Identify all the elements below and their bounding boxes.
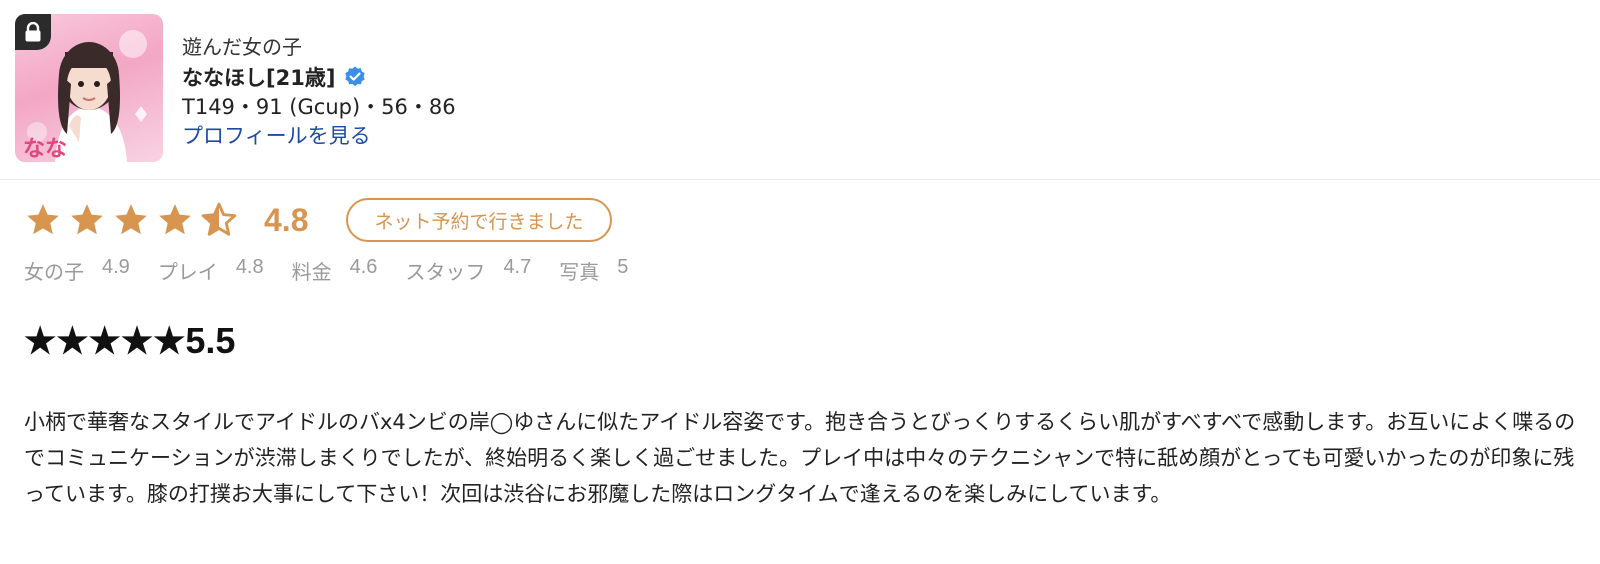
overall-score: 4.8: [264, 201, 309, 238]
sub-rating-value: 5: [617, 256, 629, 278]
star-icon: [115, 204, 147, 235]
review-card: なな 遊んだ女の子 ななほし[21歳] T149・91 (Gcup)・56・86: [0, 0, 1600, 564]
sub-rating-label: プレイ: [157, 260, 218, 284]
net-reservation-badge[interactable]: ネット予約で行きました: [346, 198, 612, 242]
girl-header: なな 遊んだ女の子 ななほし[21歳] T149・91 (Gcup)・56・86: [0, 0, 1600, 180]
sub-ratings: 女の子 4.9 プレイ 4.8 料金 4.6 スタッフ 4.7 写真 5: [24, 256, 656, 285]
sub-rating-girl: 女の子 4.9: [24, 256, 130, 285]
sub-rating-photo: 写真 5: [559, 256, 628, 285]
sub-rating-value: 4.8: [235, 256, 264, 278]
view-profile-link[interactable]: プロフィールを見る: [182, 122, 456, 150]
verified-check-icon: [345, 66, 366, 87]
star-icon: [71, 204, 103, 235]
girl-name-row: ななほし[21歳]: [182, 62, 456, 92]
rating-row: 4.8 ネット予約で行きました: [24, 196, 612, 244]
sub-rating-label: 料金: [291, 260, 332, 284]
girl-info: 遊んだ女の子 ななほし[21歳] T149・91 (Gcup)・56・86 プロ…: [182, 32, 456, 150]
sub-rating-value: 4.6: [349, 256, 378, 278]
girl-name: ななほし[21歳]: [182, 66, 336, 90]
girl-avatar[interactable]: なな: [15, 14, 163, 162]
sub-rating-label: 女の子: [24, 260, 84, 284]
sub-rating-price: 料金 4.6: [292, 256, 378, 285]
sub-rating-staff: スタッフ 4.7: [405, 256, 531, 285]
sub-rating-label: スタッフ: [405, 260, 486, 284]
sub-rating-label: 写真: [559, 260, 600, 284]
sub-rating-play: プレイ 4.8: [158, 256, 264, 285]
review-title: ★★★★★5.5: [24, 320, 236, 361]
review-body: 小柄で華奢なスタイルでアイドルのバx4ンビの岸◯ゆさんに似たアイドル容姿です。抱…: [24, 410, 1576, 506]
played-girl-caption: 遊んだ女の子: [182, 35, 302, 59]
half-star-icon: [201, 202, 237, 236]
star-icon: [159, 204, 191, 235]
sub-rating-value: 4.7: [503, 256, 532, 278]
lock-icon: [15, 14, 51, 50]
girl-measurements: T149・91 (Gcup)・56・86: [182, 95, 456, 119]
star-icon: [27, 204, 59, 235]
svg-text:なな: なな: [23, 137, 67, 162]
star-rating: [24, 201, 238, 239]
sub-rating-value: 4.9: [102, 256, 130, 278]
